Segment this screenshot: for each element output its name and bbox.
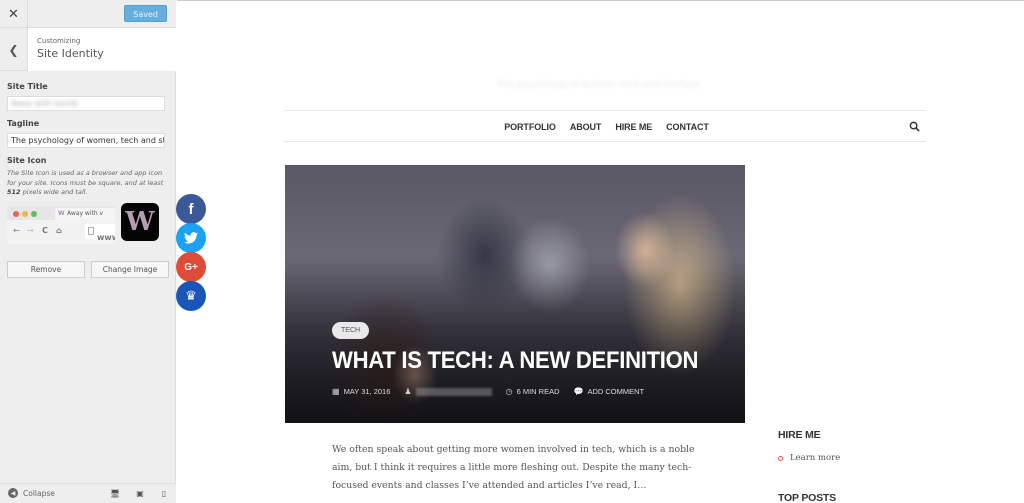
- search-icon[interactable]: [909, 121, 920, 132]
- widget-title-top-posts: TOP POSTS: [778, 492, 836, 503]
- calendar-icon: ▦: [332, 387, 340, 396]
- breadcrumb: Customizing: [37, 37, 81, 45]
- app-icon-preview: W: [121, 202, 159, 241]
- chevron-left-icon: ❮: [8, 42, 19, 57]
- post-date: MAY 31, 2016: [343, 387, 391, 396]
- nav-item-about[interactable]: ABOUT: [570, 122, 602, 132]
- post-title[interactable]: WHAT IS TECH: A NEW DEFINITION: [332, 347, 699, 375]
- site-icon-preview: WAway with v ← → C ⌂ www. W: [7, 202, 167, 244]
- nav-item-contact[interactable]: CONTACT: [666, 122, 709, 132]
- comments-icon: 💬: [573, 387, 584, 396]
- url-bar-preview: www.: [85, 223, 115, 242]
- google-plus-share-button[interactable]: G+: [176, 252, 206, 282]
- twitter-share-button[interactable]: [176, 223, 206, 253]
- site-identity-form: Site Title Away with words Tagline The p…: [7, 82, 167, 244]
- nav-item-portfolio[interactable]: PORTFOLIO: [504, 122, 556, 132]
- facebook-share-button[interactable]: f: [176, 194, 206, 224]
- post-excerpt: We often speak about getting more women …: [332, 444, 695, 491]
- browser-tab-preview: W Away with v: [55, 207, 115, 220]
- section-header: ❮ Customizing Site Identity: [0, 28, 176, 71]
- add-comment-link[interactable]: ADD COMMENT: [587, 387, 644, 396]
- site-title-label: Site Title: [7, 82, 48, 91]
- nav-item-hire-me[interactable]: HIRE ME: [615, 122, 652, 132]
- tagline-label: Tagline: [7, 119, 40, 128]
- mobile-preview-icon[interactable]: ▯: [159, 489, 169, 499]
- customizer-panel: ✕ Saved ❮ Customizing Site Identity Site…: [0, 0, 176, 503]
- learn-more-link[interactable]: Learn more: [778, 453, 840, 463]
- remove-icon-button[interactable]: Remove: [7, 261, 85, 278]
- twitter-icon: [184, 232, 198, 244]
- site-icon-description: The Site Icon is used as a browser and a…: [7, 169, 164, 196]
- back-button[interactable]: ❮: [0, 28, 28, 71]
- post-meta: ▦ MAY 31, 2016 ♟ ◷ 6 MIN READ 💬 ADD COMM…: [332, 387, 644, 396]
- social-share-bar: f G+ ♛: [176, 194, 206, 311]
- widget-title-hire-me: HIRE ME: [778, 429, 821, 441]
- desktop-preview-icon[interactable]: 🖥: [110, 489, 120, 499]
- browser-preview-mockup: WAway with v ← → C ⌂ www.: [7, 205, 115, 244]
- post-author[interactable]: [415, 387, 492, 396]
- category-badge[interactable]: TECH: [332, 322, 370, 339]
- main-navigation: PORTFOLIO ABOUT HIRE ME CONTACT: [284, 110, 926, 142]
- facebook-icon: f: [188, 200, 194, 218]
- window-minimize-dot: [22, 210, 28, 217]
- collapse-icon: ◀: [8, 488, 18, 498]
- read-time: 6 MIN READ: [516, 387, 560, 396]
- close-customizer-button[interactable]: ✕: [0, 0, 28, 28]
- user-icon: ♟: [404, 387, 412, 396]
- crown-icon: ♛: [185, 288, 197, 304]
- featured-post-image[interactable]: TECH WHAT IS TECH: A NEW DEFINITION ▦ MA…: [285, 165, 745, 423]
- document-icon: [88, 226, 94, 235]
- customizer-header-bar: ✕ Saved: [0, 0, 176, 28]
- site-icon-label: Site Icon: [7, 156, 47, 165]
- browser-toolbar-preview: ← → C ⌂ www.: [7, 219, 115, 244]
- collapse-button[interactable]: ◀ Collapse: [8, 488, 55, 498]
- site-title-input[interactable]: Away with words: [7, 96, 165, 111]
- home-icon: ⌂: [56, 225, 62, 235]
- change-image-button[interactable]: Change Image: [91, 261, 169, 278]
- site-tagline: The psychology of women, tech and startu…: [497, 80, 700, 90]
- section-title: Site Identity: [37, 47, 104, 60]
- site-preview: The psychology of women, tech and startu…: [177, 0, 1024, 503]
- crown-share-button[interactable]: ♛: [176, 281, 206, 311]
- arrow-right-icon: →: [27, 225, 34, 235]
- favicon-icon: W: [58, 209, 65, 217]
- reload-icon: C: [42, 225, 48, 235]
- saved-button[interactable]: Saved: [124, 5, 167, 22]
- google-plus-icon: G+: [184, 261, 198, 273]
- close-icon: ✕: [8, 6, 19, 22]
- arrow-left-icon: ←: [13, 225, 20, 235]
- bullet-icon: [778, 455, 783, 461]
- window-maximize-dot: [31, 210, 37, 217]
- tablet-preview-icon[interactable]: ▣: [135, 489, 145, 499]
- customizer-footer: ◀ Collapse 🖥 ▣ ▯: [0, 483, 176, 503]
- clock-icon: ◷: [505, 387, 513, 396]
- tagline-input[interactable]: The psychology of women, tech and sta: [7, 133, 165, 148]
- window-close-dot: [13, 210, 19, 217]
